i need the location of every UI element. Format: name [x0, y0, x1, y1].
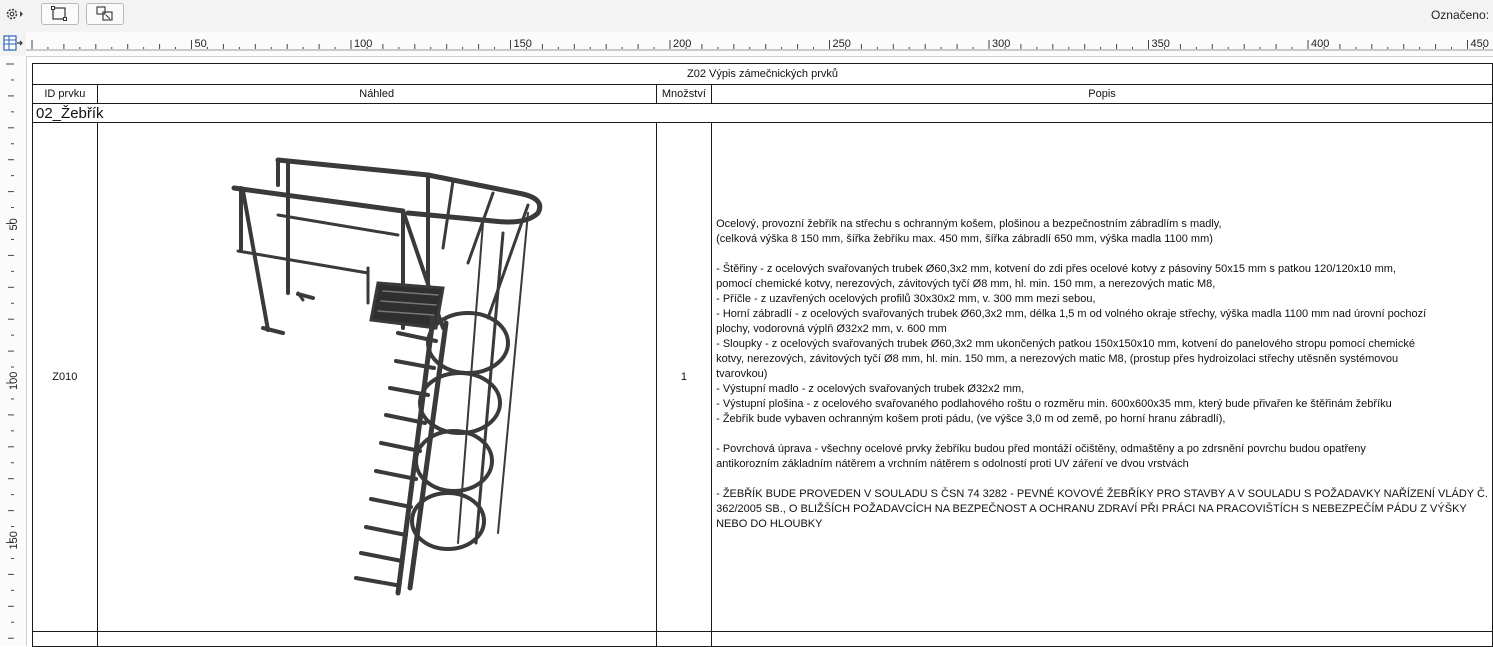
ruler-label: 450 [1471, 38, 1489, 50]
description-line [716, 247, 1488, 262]
ruler-label: 50 [195, 38, 207, 50]
group-header: 02_Žebřík [32, 103, 1493, 123]
select-elements-button[interactable] [86, 3, 124, 25]
table-settings-icon [3, 35, 23, 51]
cell-preview[interactable] [96, 122, 657, 632]
description-line: antikorozním základním nátěrem a vrchním… [716, 457, 1189, 470]
header-preview[interactable]: Náhled [96, 84, 657, 104]
description-line [716, 427, 1488, 442]
ruler-label: 150 [8, 531, 20, 549]
header-id[interactable]: ID prvku [32, 84, 98, 104]
description-line: - Štěřiny - z ocelových svařovaných trub… [716, 262, 1396, 275]
description-line: - Horní zábradlí - z ocelových svařovaný… [716, 307, 1427, 320]
cell-empty [96, 631, 657, 647]
description-line: - ŽEBŘÍK BUDE PROVEDEN V SOULADU S ČSN 7… [716, 487, 1488, 500]
description-line: - Žebřík bude vybaven ochranným košem pr… [716, 412, 1226, 425]
ruler-label: 50 [8, 218, 20, 230]
select-frame-button[interactable] [41, 3, 79, 25]
cell-empty [711, 631, 1493, 647]
ruler-label: 350 [1152, 38, 1170, 50]
description-line: kotvy, nerezových, závitových tyčí Ø8 mm… [716, 352, 1399, 365]
ruler-label: 100 [8, 372, 20, 390]
description-line: plochy, vodorovná výplň Ø32x2 mm, v. 600… [716, 322, 947, 335]
ruler-label: 100 [354, 38, 372, 50]
description-line: pomocí chemické kotvy, nerezových, závit… [716, 277, 1216, 290]
description-line: tvarovkou) [716, 367, 768, 380]
description-line: Ocelový, provozní žebřík na střechu s oc… [716, 217, 1222, 230]
cell-empty [655, 631, 713, 647]
description-line: - Povrchová úprava - všechny ocelové prv… [716, 442, 1366, 455]
schedule-title: Z02 Výpis zámečnických prvků [32, 63, 1493, 85]
cell-quantity[interactable]: 1 [655, 122, 713, 632]
header-quantity[interactable]: Množství [655, 84, 713, 104]
ruler-label: 300 [992, 38, 1010, 50]
header-description[interactable]: Popis [711, 84, 1493, 104]
frame-select-icon [51, 6, 67, 21]
ruler-label: 200 [673, 38, 691, 50]
ruler-label: 250 [833, 38, 851, 50]
description-line: NEBO DO HLOUBKY [716, 517, 823, 530]
schedule-sheet: Z02 Výpis zámečnických prvků ID prvku Ná… [31, 62, 1493, 647]
gear-icon [6, 8, 23, 20]
settings-menu-button[interactable] [3, 3, 27, 25]
schedule-table: Z02 Výpis zámečnických prvků ID prvku Ná… [32, 63, 1493, 647]
ruler-label: 400 [1311, 38, 1329, 50]
description-line [716, 472, 1488, 487]
ladder-3d-preview [231, 157, 542, 596]
toolbar: Označeno: [0, 0, 1493, 33]
description-line: - Výstupní madlo - z ocelových svařovaný… [716, 382, 1025, 395]
description-line: - Výstupní plošina - z ocelového svařova… [716, 397, 1392, 410]
description-line: 362/2005 SB., O BLIŽŠÍCH POŽADAVCÍCH NA … [716, 502, 1467, 515]
description-line: - Příčle - z uzavřených ocelových profil… [716, 292, 1096, 305]
table-row[interactable]: Z010 1 Ocelový, provozní žebřík na střec… [32, 122, 1493, 632]
description-line: (celková výška 8 150 mm, šířka žebříku m… [716, 232, 1213, 245]
cell-id[interactable]: Z010 [32, 122, 98, 632]
ruler-corner[interactable] [0, 32, 26, 56]
vertical-ruler: 50 100 150 [0, 56, 27, 646]
elements-select-icon [96, 6, 113, 21]
ruler-label: 150 [514, 38, 532, 50]
description-line: - Sloupky - z ocelových svařovaných trub… [716, 337, 1415, 350]
horizontal-ruler: 50 100 150 200 250 300 350 400 450 [26, 32, 1493, 57]
cell-empty [32, 631, 98, 647]
cell-description[interactable]: Ocelový, provozní žebřík na střechu s oc… [711, 122, 1493, 632]
selected-count-label: Označeno: [1430, 8, 1489, 22]
table-row[interactable] [32, 631, 1493, 647]
